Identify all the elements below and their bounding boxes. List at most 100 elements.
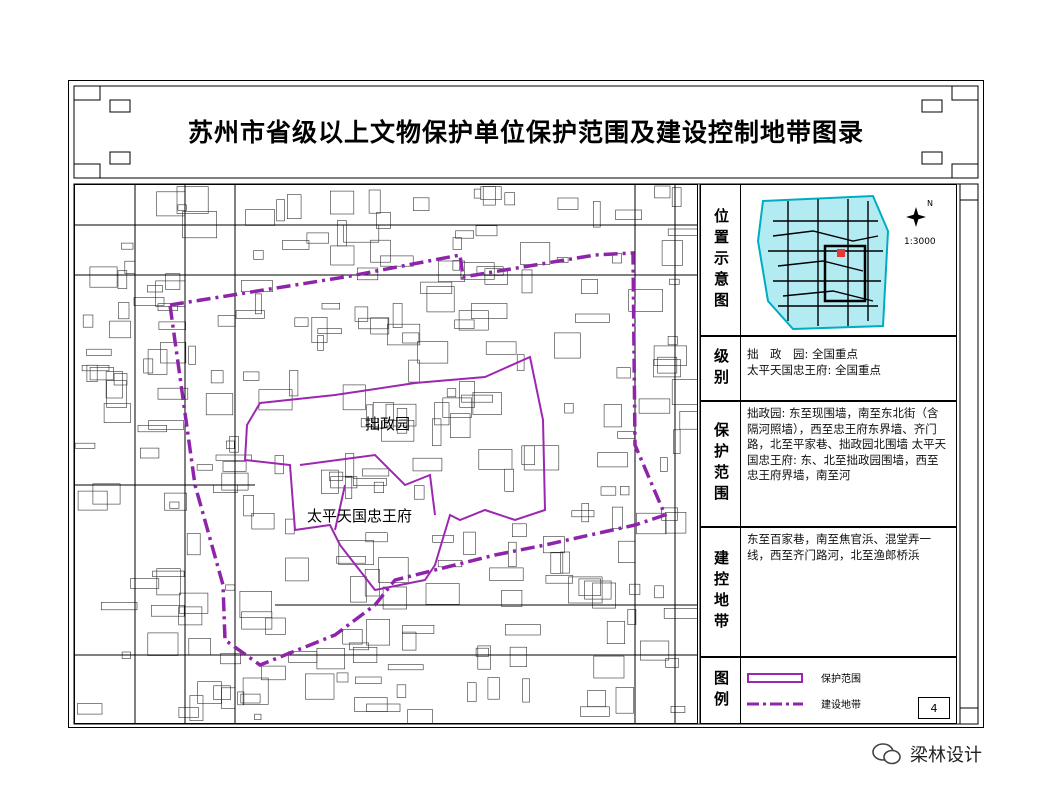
map-block [574,313,610,323]
protection-label: 保护范围 [701,402,741,526]
legend-item-control: 建设地带 [747,700,861,711]
map-block [366,703,401,712]
map-block [661,240,683,266]
map-block [368,189,381,214]
map-block [554,332,581,359]
site-map: 拙政园 太平天国忠王府 [75,185,697,723]
map-block [373,481,385,493]
map-block [253,250,264,260]
map-block [178,707,199,718]
map-block [597,452,628,468]
map-block [671,187,682,208]
map-block [458,310,489,331]
map-block [511,523,527,537]
map-block [478,449,513,470]
map-block [606,621,626,644]
map-block [673,429,681,454]
map-block [133,297,165,306]
map-block [671,379,697,405]
map-block [221,687,236,709]
map-block [593,655,625,679]
map-block [75,442,96,449]
map-block [452,237,462,250]
map-block [287,194,302,219]
map-block [521,269,533,294]
info-panel: 位置示意图 N 1:3000 级别 拙 政 园: 全国重点 太平天国忠王府: 全… [700,184,957,724]
map-block [213,484,238,493]
map-block [89,367,114,381]
map-block [396,684,407,698]
map-block [188,638,211,656]
map-block [152,570,185,578]
map-block [113,373,128,386]
control-cell: 建控地带 东至百家巷，南至焦官浜、混堂弄一线，西至齐门路河，北至渔郎桥浜 [700,527,957,657]
map-block [659,457,668,472]
map-block [179,592,209,614]
level-cell: 级别 拙 政 园: 全国重点 太平天国忠王府: 全国重点 [700,336,957,401]
map-block [370,317,390,335]
map-block [654,185,671,199]
map-block [366,619,391,646]
map-block [487,677,500,700]
map-block [330,190,355,215]
legend-item-protection: 保护范围 [747,670,861,685]
map-block [82,314,94,328]
map-panel[interactable]: 拙政园 太平天国忠王府 [74,184,698,724]
map-block [578,578,601,596]
title-banner: 苏州市省级以上文物保护单位保护范围及建设控制地带图录 [74,86,978,176]
map-block [156,191,186,217]
map-block [522,678,530,703]
map-block [311,317,328,343]
map-block [217,315,236,327]
map-block [501,589,523,607]
map-block [321,469,339,494]
map-block [616,367,631,379]
map-block [509,646,528,668]
level-line-1: 拙 政 园: 全国重点 [747,347,859,361]
map-block [475,225,498,237]
map-block [156,568,181,596]
map-block [640,640,670,661]
map-block [176,186,209,214]
map-block [169,501,180,509]
protection-text: 拙政园: 东至现围墙，南至东北街（含隔河照墙），西至忠王府东界墙、齐门路，北至平… [747,406,947,482]
map-block [679,411,697,430]
map-block [471,303,508,320]
map-block [571,510,595,518]
map-block [186,533,201,556]
map-block [86,348,112,356]
location-minimap [756,194,890,331]
map-block [148,420,184,430]
map-block [289,370,299,397]
map-block [321,303,341,310]
map-block [504,192,515,206]
page-title: 苏州市省级以上文物保护单位保护范围及建设控制地带图录 [187,118,864,147]
map-block [226,440,235,449]
page-number: 4 [918,697,950,719]
map-block [124,260,136,274]
map-block [485,341,517,355]
map-block [426,286,455,313]
wechat-icon [872,743,901,765]
level-line-2: 太平天国忠王府: 全国重点 [747,362,882,377]
map-block [387,323,421,346]
map-block [467,682,477,702]
map-block [620,485,630,496]
map-block [137,425,168,433]
map-block [667,228,697,236]
map-block [362,468,390,477]
map-block [587,690,606,707]
map-block [402,631,417,651]
map-block [165,273,181,290]
map-block [342,629,363,645]
map-block [330,245,355,266]
map-block [414,485,425,500]
map-block [663,607,697,619]
map-block [294,317,309,327]
map-block [669,278,680,285]
map-block [653,345,687,366]
map-block [431,418,442,446]
map-block [354,697,388,712]
map-block [454,319,475,329]
map-block [521,445,535,465]
